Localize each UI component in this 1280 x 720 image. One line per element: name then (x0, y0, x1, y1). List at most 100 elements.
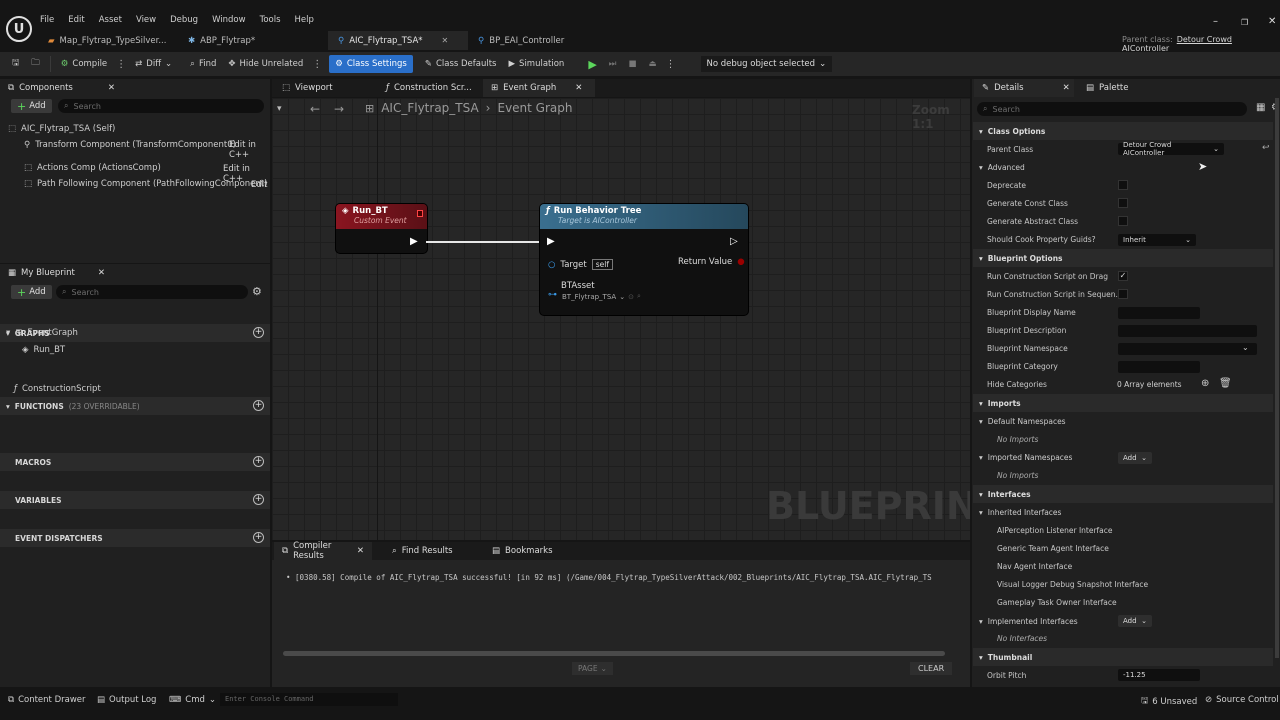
bp-display-name-input[interactable] (1118, 307, 1200, 319)
component-root[interactable]: ⬚ AIC_Flytrap_TSA (Self) (8, 121, 115, 137)
section-functions[interactable]: ▾ FUNCTIONS (23 OVERRIDABLE) + (0, 397, 270, 415)
clear-button[interactable]: CLEAR (910, 662, 953, 675)
menu-file[interactable]: File (40, 15, 54, 25)
browse-asset-icon[interactable]: ⌕ (637, 292, 641, 301)
add-import-button[interactable]: Add ⌄ (1118, 452, 1152, 464)
gen-abstract-checkbox[interactable] (1118, 216, 1128, 226)
bp-category-input[interactable] (1118, 361, 1200, 373)
component-item-actions[interactable]: ⬚ Actions Comp (ActionsComp) (24, 160, 161, 176)
advanced-group[interactable]: ▾ Advanced (973, 158, 1273, 176)
tab-event-graph[interactable]: ⊞ Event Graph ✕ (483, 79, 595, 97)
browse-button[interactable]: 🗀 (25, 55, 46, 73)
doc-tab-abp[interactable]: ✱ ABP_Flytrap* (178, 31, 328, 50)
source-control-button[interactable]: ⊘ Source Control (1205, 695, 1279, 705)
exec-out-pin[interactable]: ▶ (410, 236, 418, 247)
content-drawer-button[interactable]: ⧉ Content Drawer (8, 695, 86, 705)
output-log-button[interactable]: ▤ Output Log (97, 695, 156, 705)
object-pin-icon[interactable]: ○ (548, 260, 555, 270)
close-icon[interactable]: ✕ (98, 268, 105, 278)
add-member-button[interactable]: + Add (11, 285, 52, 299)
forward-arrow-icon[interactable]: → (334, 102, 344, 116)
default-namespaces-group[interactable]: ▾ Default Namespaces (973, 412, 1273, 430)
component-item-path-following[interactable]: ⬚ Path Following Component (PathFollowing… (24, 176, 267, 192)
class-defaults-button[interactable]: ✎ Class Defaults (419, 55, 503, 73)
trash-icon[interactable]: 🗑 (1219, 378, 1232, 389)
unreal-logo-icon[interactable]: U (6, 16, 32, 42)
back-arrow-icon[interactable]: ← (310, 102, 320, 116)
chevron-down-icon[interactable]: ⌄ (1242, 343, 1249, 352)
doc-tab-aic[interactable]: ⚲ AIC_Flytrap_TSA* ✕ (328, 31, 468, 50)
compile-options-icon[interactable]: ⋮ (116, 59, 126, 70)
save-button[interactable]: 🖫 (6, 55, 25, 73)
menu-edit[interactable]: Edit (68, 15, 84, 25)
my-blueprint-search-input[interactable]: ⌕ Search (56, 285, 248, 299)
section-interfaces[interactable]: ▾ Interfaces (973, 485, 1273, 503)
graph-menu-icon[interactable]: ▾ (277, 104, 282, 114)
tab-viewport[interactable]: ⬚ Viewport (274, 79, 341, 97)
btasset-select[interactable]: BT_Flytrap_TSA ⌄ ⊙ ⌕ (562, 292, 641, 301)
class-settings-button[interactable]: ⚙ Class Settings (329, 55, 413, 73)
run-cs-seq-checkbox[interactable] (1118, 289, 1128, 299)
diff-button[interactable]: ⇄ Diff ⌄ (129, 55, 178, 73)
graph-item-eventgraph[interactable]: ▾ ⊞ EventGraph (6, 325, 78, 341)
bool-pin-icon[interactable]: ● (737, 257, 744, 267)
bp-namespace-input[interactable] (1118, 343, 1257, 355)
window-close-icon[interactable]: ✕ (1268, 16, 1276, 27)
asset-pin-icon[interactable]: ⊶ (548, 290, 557, 300)
section-blueprint-options[interactable]: ▾ Blueprint Options (973, 249, 1273, 267)
cook-guids-select[interactable]: Inherit ⌄ (1118, 234, 1196, 246)
exec-out-pin[interactable]: ▷ (730, 236, 738, 247)
function-item-construction[interactable]: ƒ ConstructionScript (14, 381, 101, 397)
add-element-icon[interactable]: ⊕ (1201, 378, 1209, 389)
my-blueprint-tab[interactable]: ▦ My Blueprint ✕ (0, 264, 270, 282)
details-scrollbar[interactable] (1275, 98, 1279, 658)
menu-help[interactable]: Help (295, 15, 314, 25)
find-button[interactable]: ⌕ Find (184, 55, 222, 73)
add-variable-icon[interactable]: + (253, 494, 264, 505)
hide-options-icon[interactable]: ⋮ (312, 59, 322, 70)
graph-item-run-bt[interactable]: ◈ Run_BT (22, 342, 65, 358)
play-button[interactable]: ▶ (582, 55, 602, 73)
run-behavior-tree-node[interactable]: ƒ Run Behavior Tree Target is AIControlle… (540, 204, 748, 315)
custom-event-node[interactable]: ◈ Run_BT Custom Event ▶ (336, 204, 427, 253)
delegate-pin[interactable] (417, 210, 423, 217)
menu-debug[interactable]: Debug (170, 15, 198, 25)
add-macro-icon[interactable]: + (253, 456, 264, 467)
compile-button[interactable]: ⚙ Compile (55, 55, 113, 73)
cmd-select[interactable]: ⌨ Cmd ⌄ (169, 695, 216, 705)
play-options-icon[interactable]: ⋮ (666, 59, 676, 70)
bp-description-input[interactable] (1118, 325, 1257, 337)
exec-in-pin[interactable]: ▶ (547, 236, 555, 247)
horizontal-scrollbar[interactable] (283, 651, 945, 656)
page-select[interactable]: PAGE ⌄ (572, 662, 613, 675)
debug-object-select[interactable]: No debug object selected ⌄ (700, 56, 833, 72)
event-graph-canvas[interactable]: ▾ ← → ⊞ AIC_Flytrap_TSA › Event Graph Zo… (272, 98, 970, 540)
details-search-input[interactable]: ⌕ Search (977, 102, 1247, 116)
menu-view[interactable]: View (136, 15, 156, 25)
menu-window[interactable]: Window (212, 15, 246, 25)
close-icon[interactable]: ✕ (357, 546, 364, 556)
add-interface-button[interactable]: Add ⌄ (1118, 615, 1152, 627)
section-event-dispatchers[interactable]: EVENT DISPATCHERS + (0, 529, 270, 547)
close-icon[interactable]: ✕ (575, 83, 582, 93)
unsaved-button[interactable]: 🖫 6 Unsaved (1141, 695, 1197, 709)
orbit-pitch-input[interactable]: -11.25 (1118, 669, 1200, 681)
close-icon[interactable]: ✕ (108, 83, 115, 93)
section-thumbnail[interactable]: ▾ Thumbnail (973, 648, 1273, 666)
table-view-icon[interactable]: ▦ (1256, 102, 1265, 113)
add-graph-icon[interactable]: + (253, 327, 264, 338)
step-button[interactable]: ⏭ (603, 55, 623, 73)
reset-icon[interactable]: ↩ (1262, 143, 1270, 153)
doc-tab-bp-eai[interactable]: ⚲ BP_EAI_Controller (468, 31, 608, 50)
add-dispatcher-icon[interactable]: + (253, 532, 264, 543)
stop-button[interactable]: ■ (622, 55, 642, 73)
breadcrumb-graph[interactable]: Event Graph (497, 101, 572, 115)
run-cs-drag-checkbox[interactable]: ✓ (1118, 271, 1128, 281)
menu-tools[interactable]: Tools (260, 15, 281, 25)
palette-tab[interactable]: ▤ Palette (1078, 79, 1136, 97)
tab-find-results[interactable]: ⌕ Find Results (384, 542, 461, 560)
components-tab[interactable]: ⧉ Components ✕ (0, 79, 270, 97)
gen-const-checkbox[interactable] (1118, 198, 1128, 208)
section-macros[interactable]: MACROS + (0, 453, 270, 471)
breadcrumb-blueprint[interactable]: AIC_Flytrap_TSA (381, 101, 478, 115)
